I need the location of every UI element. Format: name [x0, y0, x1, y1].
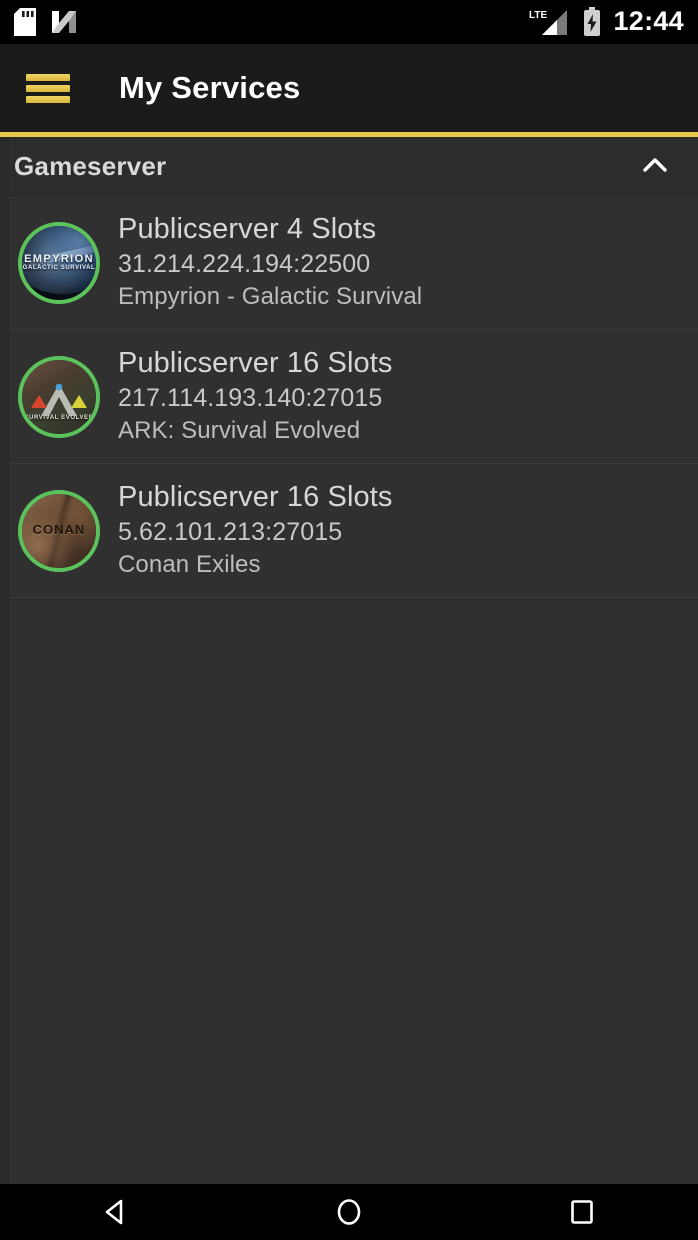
- chevron-up-icon[interactable]: [638, 149, 672, 183]
- server-info: Publicserver 16 Slots 217.114.193.140:27…: [118, 346, 684, 447]
- lte-signal-icon: LTE: [527, 7, 571, 37]
- app-toolbar: My Services: [0, 44, 698, 132]
- sd-card-icon: [14, 8, 36, 36]
- section-header-gameserver[interactable]: Gameserver: [0, 137, 698, 196]
- android-navigation-bar: [0, 1184, 698, 1240]
- status-bar-right-icons: LTE 12:44: [527, 7, 684, 37]
- ark-game-icon: SURVIVAL EVOLVED: [18, 355, 100, 438]
- hamburger-menu-icon[interactable]: [26, 72, 70, 105]
- section-title: Gameserver: [14, 150, 167, 181]
- status-bar-left-icons: [14, 8, 78, 36]
- server-address: 217.114.193.140:27015: [118, 384, 383, 413]
- empyrion-game-icon: EMPYRION GALACTIC SURVIVAL: [18, 221, 100, 304]
- avatar-caption: CONAN: [22, 522, 96, 538]
- server-list-item[interactable]: SURVIVAL EVOLVED Publicserver 16 Slots 2…: [0, 330, 698, 464]
- status-bar: LTE 12:44: [0, 0, 698, 44]
- avatar-caption: EMPYRION GALACTIC SURVIVAL: [22, 253, 96, 273]
- back-nav-icon[interactable]: [61, 1184, 171, 1240]
- server-address: 5.62.101.213:27015: [118, 518, 343, 547]
- ark-yellow-triangle: [71, 394, 87, 408]
- server-game: ARK: Survival Evolved: [118, 417, 361, 445]
- server-name: Publicserver 16 Slots: [118, 347, 393, 380]
- page-title: My Services: [119, 70, 301, 105]
- avatar: EMPYRION GALACTIC SURVIVAL: [18, 221, 100, 304]
- avatar-title: EMPYRION: [24, 252, 94, 265]
- avatar-title: CONAN: [32, 522, 86, 538]
- ark-red-triangle: [31, 394, 47, 408]
- avatar-caption: SURVIVAL EVOLVED: [22, 415, 96, 422]
- avatar-subtitle: GALACTIC SURVIVAL: [22, 265, 96, 272]
- hamburger-bar-2: [26, 84, 70, 92]
- avatar: CONAN: [18, 489, 100, 572]
- battery-charging-icon: [582, 7, 602, 37]
- server-list: EMPYRION GALACTIC SURVIVAL Publicserver …: [0, 196, 698, 598]
- svg-text:LTE: LTE: [529, 10, 547, 21]
- server-game: Empyrion - Galactic Survival: [118, 283, 423, 311]
- avatar: SURVIVAL EVOLVED: [18, 355, 100, 438]
- hamburger-bar-1: [26, 73, 70, 81]
- recents-nav-icon[interactable]: [527, 1184, 637, 1240]
- server-list-item[interactable]: CONAN Publicserver 16 Slots 5.62.101.213…: [0, 464, 698, 598]
- server-list-item[interactable]: EMPYRION GALACTIC SURVIVAL Publicserver …: [0, 196, 698, 330]
- server-info: Publicserver 4 Slots 31.214.224.194:2250…: [118, 212, 684, 313]
- status-bar-clock: 12:44: [613, 5, 684, 36]
- avatar-subtitle: SURVIVAL EVOLVED: [24, 414, 94, 421]
- android-nougat-icon: [50, 9, 78, 35]
- hamburger-bar-3: [26, 95, 70, 103]
- phone-screen: LTE 12:44 My Services Gameserver EMPYRIO…: [0, 0, 698, 1240]
- server-name: Publicserver 16 Slots: [118, 481, 393, 514]
- conan-game-icon: CONAN: [18, 489, 100, 572]
- server-address: 31.214.224.194:22500: [118, 250, 371, 279]
- server-game: Conan Exiles: [118, 551, 261, 579]
- home-nav-icon[interactable]: [294, 1184, 404, 1240]
- server-name: Publicserver 4 Slots: [118, 213, 377, 246]
- server-info: Publicserver 16 Slots 5.62.101.213:27015…: [118, 480, 684, 581]
